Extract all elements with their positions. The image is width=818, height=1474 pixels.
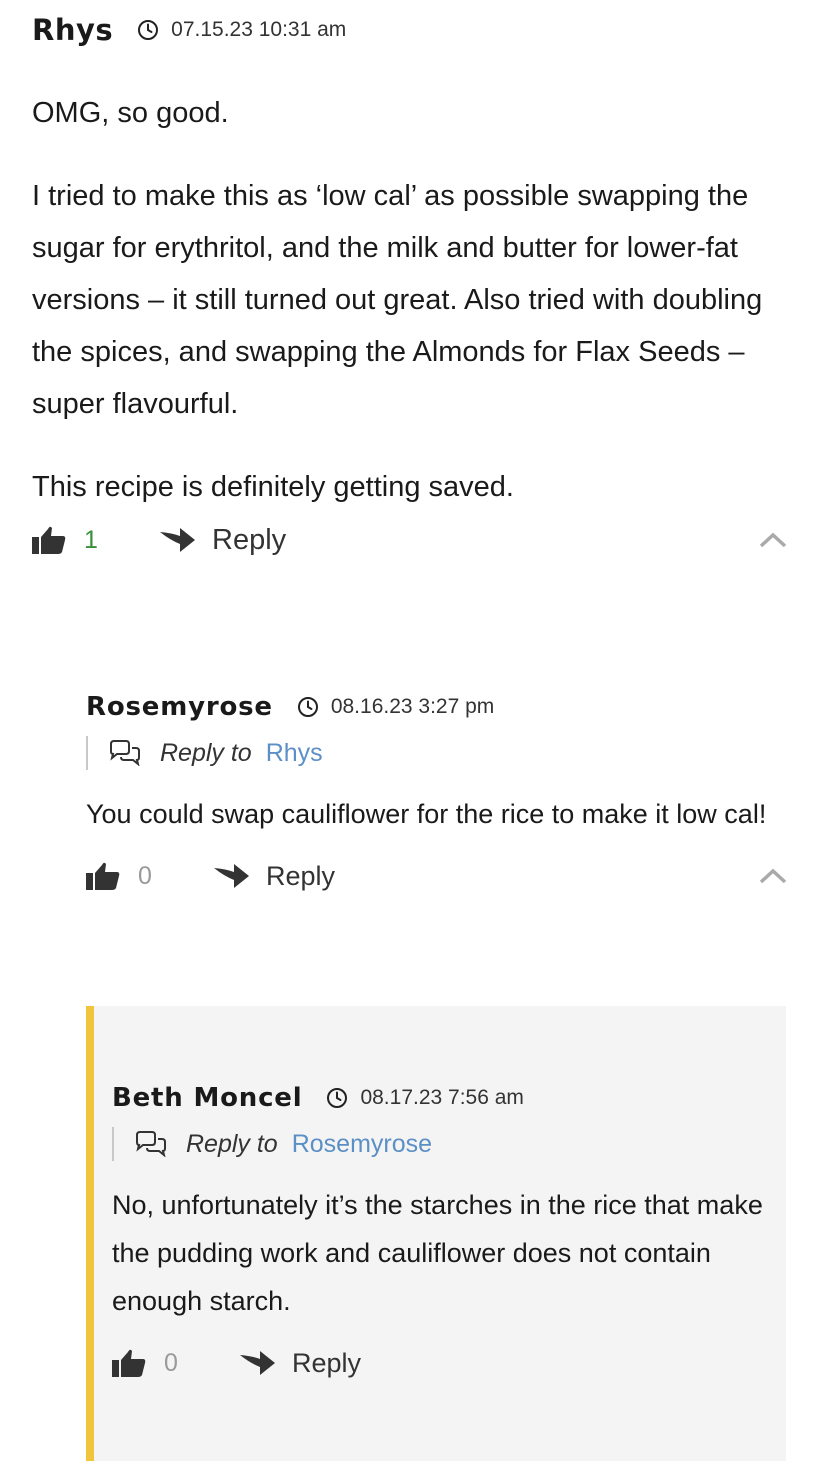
reply-to-prefix: Reply to [160, 738, 252, 767]
comment-actions: 0 Reply [112, 1343, 772, 1383]
comment-paragraph: OMG, so good. [32, 97, 229, 129]
reply-to-link[interactable]: Rhys [266, 739, 323, 768]
comment-paragraph: You could swap cauliflower for the rice … [86, 799, 767, 829]
like-count: 0 [138, 861, 152, 890]
comment-meta: Rosemyrose 08.16.23 3:27 pm [86, 692, 788, 722]
reply-button[interactable]: Reply [212, 524, 286, 557]
comment-date[interactable]: 07.15.23 10:31 am [171, 18, 346, 42]
chevron-up-icon[interactable] [758, 531, 788, 549]
speech-bubbles-icon [108, 740, 142, 766]
like-count: 0 [164, 1348, 178, 1377]
reply-arrow-icon[interactable] [212, 862, 250, 890]
reply-button[interactable]: Reply [266, 861, 335, 892]
comment-author[interactable]: Rosemyrose [86, 692, 273, 722]
comment-date[interactable]: 08.17.23 7:56 am [360, 1086, 523, 1110]
reply-to-line: Reply to Rhys [86, 736, 788, 770]
comment-paragraph: I tried to make this as ‘low cal’ as pos… [32, 180, 763, 420]
reply-to-link[interactable]: Rosemyrose [292, 1130, 432, 1159]
comment-actions: 1 Reply [32, 520, 788, 560]
reply-arrow-icon[interactable] [158, 526, 196, 554]
comment-beth-moncel: Beth Moncel 08.17.23 7:56 am Reply to Ro… [112, 1083, 772, 1383]
reply-to-prefix: Reply to [186, 1129, 278, 1158]
reply-arrow-icon[interactable] [238, 1349, 276, 1377]
thumbs-up-icon[interactable] [32, 525, 66, 555]
comment-body: No, unfortunately it’s the starches in t… [112, 1181, 772, 1325]
comment-meta: Beth Moncel 08.17.23 7:56 am [112, 1083, 772, 1113]
thumbs-up-icon[interactable] [112, 1348, 146, 1378]
reply-to-line: Reply to Rosemyrose [112, 1127, 772, 1161]
comment-body: You could swap cauliflower for the rice … [86, 790, 788, 838]
chevron-up-icon[interactable] [758, 867, 788, 885]
comment-body: OMG, so good. I tried to make this as ‘l… [32, 87, 788, 513]
clock-icon [137, 19, 159, 41]
clock-icon [326, 1087, 348, 1109]
thumbs-up-icon[interactable] [86, 861, 120, 891]
comment-paragraph: This recipe is definitely getting saved. [32, 471, 514, 503]
comment-actions: 0 Reply [86, 856, 788, 896]
comment-meta: Rhys 07.15.23 10:31 am [32, 13, 788, 47]
speech-bubbles-icon [134, 1131, 168, 1157]
comment-rhys: Rhys 07.15.23 10:31 am OMG, so good. I t… [32, 13, 788, 560]
clock-icon [297, 696, 319, 718]
reply-button[interactable]: Reply [292, 1348, 361, 1379]
comment-rosemyrose: Rosemyrose 08.16.23 3:27 pm Reply to Rhy… [86, 692, 788, 896]
comment-author[interactable]: Rhys [32, 13, 113, 47]
comment-paragraph: No, unfortunately it’s the starches in t… [112, 1190, 763, 1316]
like-count: 1 [84, 525, 98, 554]
comment-date[interactable]: 08.16.23 3:27 pm [331, 695, 494, 719]
comment-author[interactable]: Beth Moncel [112, 1083, 302, 1113]
